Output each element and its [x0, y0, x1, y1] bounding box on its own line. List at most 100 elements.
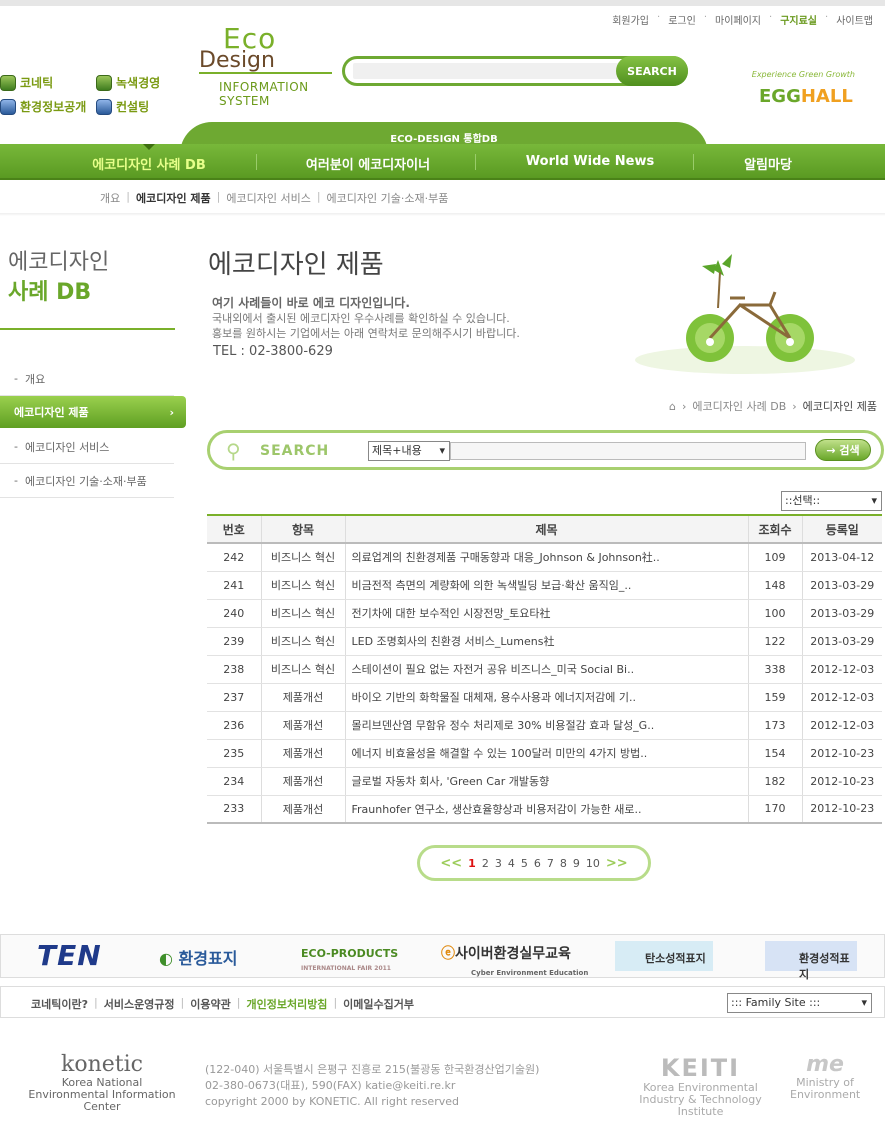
util-signup-link[interactable]: 회원가입 [604, 12, 657, 27]
lnb-tech[interactable]: - 에코디자인 기술·소재·부품 [0, 464, 174, 498]
table-row[interactable]: 238 비즈니스 혁신 스테이션이 필요 없는 자전거 공유 비즈니스_미국 Soc… [207, 655, 882, 684]
lnb-services[interactable]: - 에코디자인 서비스 [0, 430, 174, 464]
page-link[interactable]: 7 [547, 857, 554, 870]
banner-eco-products[interactable]: ECO-PRODUCTS INTERNATIONAL FAIR 2011 [301, 947, 398, 973]
table-row[interactable]: 235 제품개선 에너지 비효율성을 해결할 수 있는 100달러 미만의 4가지 … [207, 739, 882, 768]
util-mypage-link[interactable]: 마이페이지 [707, 12, 769, 27]
sub-tech[interactable]: 에코디자인 기술·소재·부품 [321, 190, 455, 206]
quick-konetic[interactable]: 코네틱 [0, 74, 53, 91]
gnb-eco-case-db[interactable]: 에코디자인 사례 DB [60, 154, 238, 173]
row-title-link[interactable]: 의료업계의 친환경제품 구매동향과 대응_Johnson & Johnson社.… [344, 543, 748, 572]
table-cell: 비즈니스 혁신 [260, 543, 345, 572]
pager-prev[interactable]: << [440, 856, 462, 871]
table-cell: 2013-03-29 [801, 627, 882, 656]
table-row[interactable]: 242 비즈니스 혁신 의료업계의 친환경제품 구매동향과 대응_Johnson &… [207, 543, 882, 572]
top-search-input[interactable] [353, 63, 619, 79]
page-link[interactable]: 8 [560, 857, 567, 870]
sub-services[interactable]: 에코디자인 서비스 [220, 190, 316, 206]
table-cell: 154 [747, 739, 802, 768]
table-cell: 2012-10-23 [801, 795, 882, 824]
table-row[interactable]: 233 제품개선 Fraunhofer 연구소, 생산효율향상과 비용저감이 가능한… [207, 795, 882, 824]
row-title-link[interactable]: 몰리브덴산염 무함유 정수 처리제로 30% 비용절감 효과 달성_G.. [344, 711, 748, 740]
table-cell: 237 [207, 683, 261, 712]
footer-nav: 코네틱이란? | 서비스운영규정 | 이용약관 | 개인정보처리방침 | 이메일수집거부… [0, 986, 885, 1018]
table-cell: 제품개선 [260, 739, 345, 768]
page-link[interactable]: 10 [586, 857, 600, 870]
table-cell: 242 [207, 543, 261, 572]
footer-about[interactable]: 코네틱이란? [25, 996, 94, 1012]
banner-cyber-edu[interactable]: ⓔ사이버환경실무교육 Cyber Environment Education [441, 943, 588, 979]
sub-products[interactable]: 에코디자인 제품 [130, 190, 217, 206]
table-cell: 제품개선 [260, 683, 345, 712]
util-sitemap-link[interactable]: 사이트맵 [828, 12, 881, 27]
table-cell: 2013-03-29 [801, 571, 882, 600]
row-title-link[interactable]: 에너지 비효율성을 해결할 수 있는 100달러 미만의 4가지 방법.. [344, 739, 748, 768]
top-search: SEARCH [342, 56, 688, 86]
table-row[interactable]: 240 비즈니스 혁신 전기차에 대한 보수적인 시장전망_토요타社 100 2013-… [207, 599, 882, 628]
page-link[interactable]: 2 [482, 857, 489, 870]
table-cell: 비즈니스 혁신 [260, 599, 345, 628]
table-cell: 236 [207, 711, 261, 740]
board-search-button[interactable]: → 검색 [815, 439, 871, 461]
gnb-eco-designer[interactable]: 여러분이 에코디자이너 [278, 154, 458, 173]
table-row[interactable]: 239 비즈니스 혁신 LED 조명회사의 친환경 서비스_Lumens社 122 20… [207, 627, 882, 656]
page-link[interactable]: 6 [534, 857, 541, 870]
footer-no-email[interactable]: 이메일수집거부 [337, 996, 420, 1012]
banner-eco-label[interactable]: ◐ 환경표지 [159, 945, 237, 969]
table-header: 항목 [260, 514, 345, 544]
page-link[interactable]: 1 [468, 857, 476, 870]
footer-policy[interactable]: 서비스운영규정 [98, 996, 181, 1012]
table-row[interactable]: 236 제품개선 몰리브덴산염 무함유 정수 처리제로 30% 비용절감 효과 달성… [207, 711, 882, 740]
util-archive-link[interactable]: 구지료실 [772, 12, 825, 27]
breadcrumb-current: 에코디자인 제품 [802, 400, 877, 413]
page-link[interactable]: 4 [508, 857, 515, 870]
page-link[interactable]: 3 [495, 857, 502, 870]
table-row[interactable]: 237 제품개선 바이오 기반의 화학물질 대체재, 용수사용과 에너지저감에 기.… [207, 683, 882, 712]
table-cell: 비즈니스 혁신 [260, 571, 345, 600]
table-cell: 2012-12-03 [801, 683, 882, 712]
lnb-title: 에코디자인 사례 DB [8, 250, 110, 305]
home-icon[interactable]: ⌂ [669, 400, 676, 413]
util-login-link[interactable]: 로그인 [660, 12, 704, 27]
table-cell: 234 [207, 767, 261, 796]
quick-consulting[interactable]: 컨설팅 [96, 98, 149, 115]
partner-banners: TEN ◐ 환경표지 ECO-PRODUCTS INTERNATIONAL FAI… [0, 934, 885, 981]
pager-next[interactable]: >> [606, 856, 628, 871]
banner-ten[interactable]: TEN [37, 939, 102, 972]
family-site-select[interactable]: ::: Family Site ::: ▾ [727, 993, 872, 1013]
category-select[interactable]: ::선택:: ▾ [781, 491, 882, 511]
sub-overview[interactable]: 개요 [94, 190, 126, 206]
row-title-link[interactable]: 바이오 기반의 화학물질 대체재, 용수사용과 에너지저감에 기.. [344, 683, 748, 712]
breadcrumb-case-db[interactable]: 에코디자인 사례 DB [692, 398, 786, 414]
quick-green-management[interactable]: 녹색경영 [96, 74, 160, 91]
table-cell: 2012-10-23 [801, 739, 882, 768]
board-search-input[interactable] [450, 442, 806, 460]
row-title-link[interactable]: Fraunhofer 연구소, 생산효율향상과 비용저감이 가능한 새로.. [344, 795, 748, 824]
gnb-notice[interactable]: 알림마당 [700, 154, 836, 173]
table-header: 등록일 [801, 514, 882, 544]
page-link[interactable]: 5 [521, 857, 528, 870]
table-row[interactable]: 234 제품개선 글로벌 자동차 회사, 'Green Car 개발동향 182 201… [207, 767, 882, 796]
table-cell: 159 [747, 683, 802, 712]
quick-env-disclosure[interactable]: 환경정보공개 [0, 98, 86, 115]
lnb-products[interactable]: 에코디자인 제품 › [0, 396, 186, 428]
keiti-logo: KEITI Korea Environmental Industry & Tec… [639, 1054, 762, 1118]
row-title-link[interactable]: 비금전적 측면의 계량화에 의한 녹색빌딩 보급·확산 움직임_.. [344, 571, 748, 600]
active-arrow-icon [143, 144, 155, 150]
footer-privacy[interactable]: 개인정보처리방침 [240, 996, 333, 1012]
banner-carbon-label[interactable]: 탄소성적표지 [615, 941, 713, 971]
gnb-world-news[interactable]: World Wide News [500, 154, 680, 169]
search-field-select[interactable]: 제목+내용 ▾ [368, 441, 450, 461]
banner-env-declaration[interactable]: 환경성적표지 [765, 941, 857, 981]
row-title-link[interactable]: 스테이션이 필요 없는 자전거 공유 비즈니스_미국 Social Bi.. [344, 655, 748, 684]
footer-terms[interactable]: 이용약관 [184, 996, 236, 1012]
egg-hall-banner[interactable]: Experience Green Growth EGGHALL [729, 68, 881, 112]
top-search-button[interactable]: SEARCH [616, 56, 688, 86]
page-link[interactable]: 9 [573, 857, 580, 870]
row-title-link[interactable]: 전기차에 대한 보수적인 시장전망_토요타社 [344, 599, 748, 628]
row-title-link[interactable]: LED 조명회사의 친환경 서비스_Lumens社 [344, 627, 748, 656]
table-cell: 241 [207, 571, 261, 600]
lnb-overview[interactable]: - 개요 [0, 362, 174, 396]
table-row[interactable]: 241 비즈니스 혁신 비금전적 측면의 계량화에 의한 녹색빌딩 보급·확산 움직… [207, 571, 882, 600]
row-title-link[interactable]: 글로벌 자동차 회사, 'Green Car 개발동향 [344, 767, 748, 796]
